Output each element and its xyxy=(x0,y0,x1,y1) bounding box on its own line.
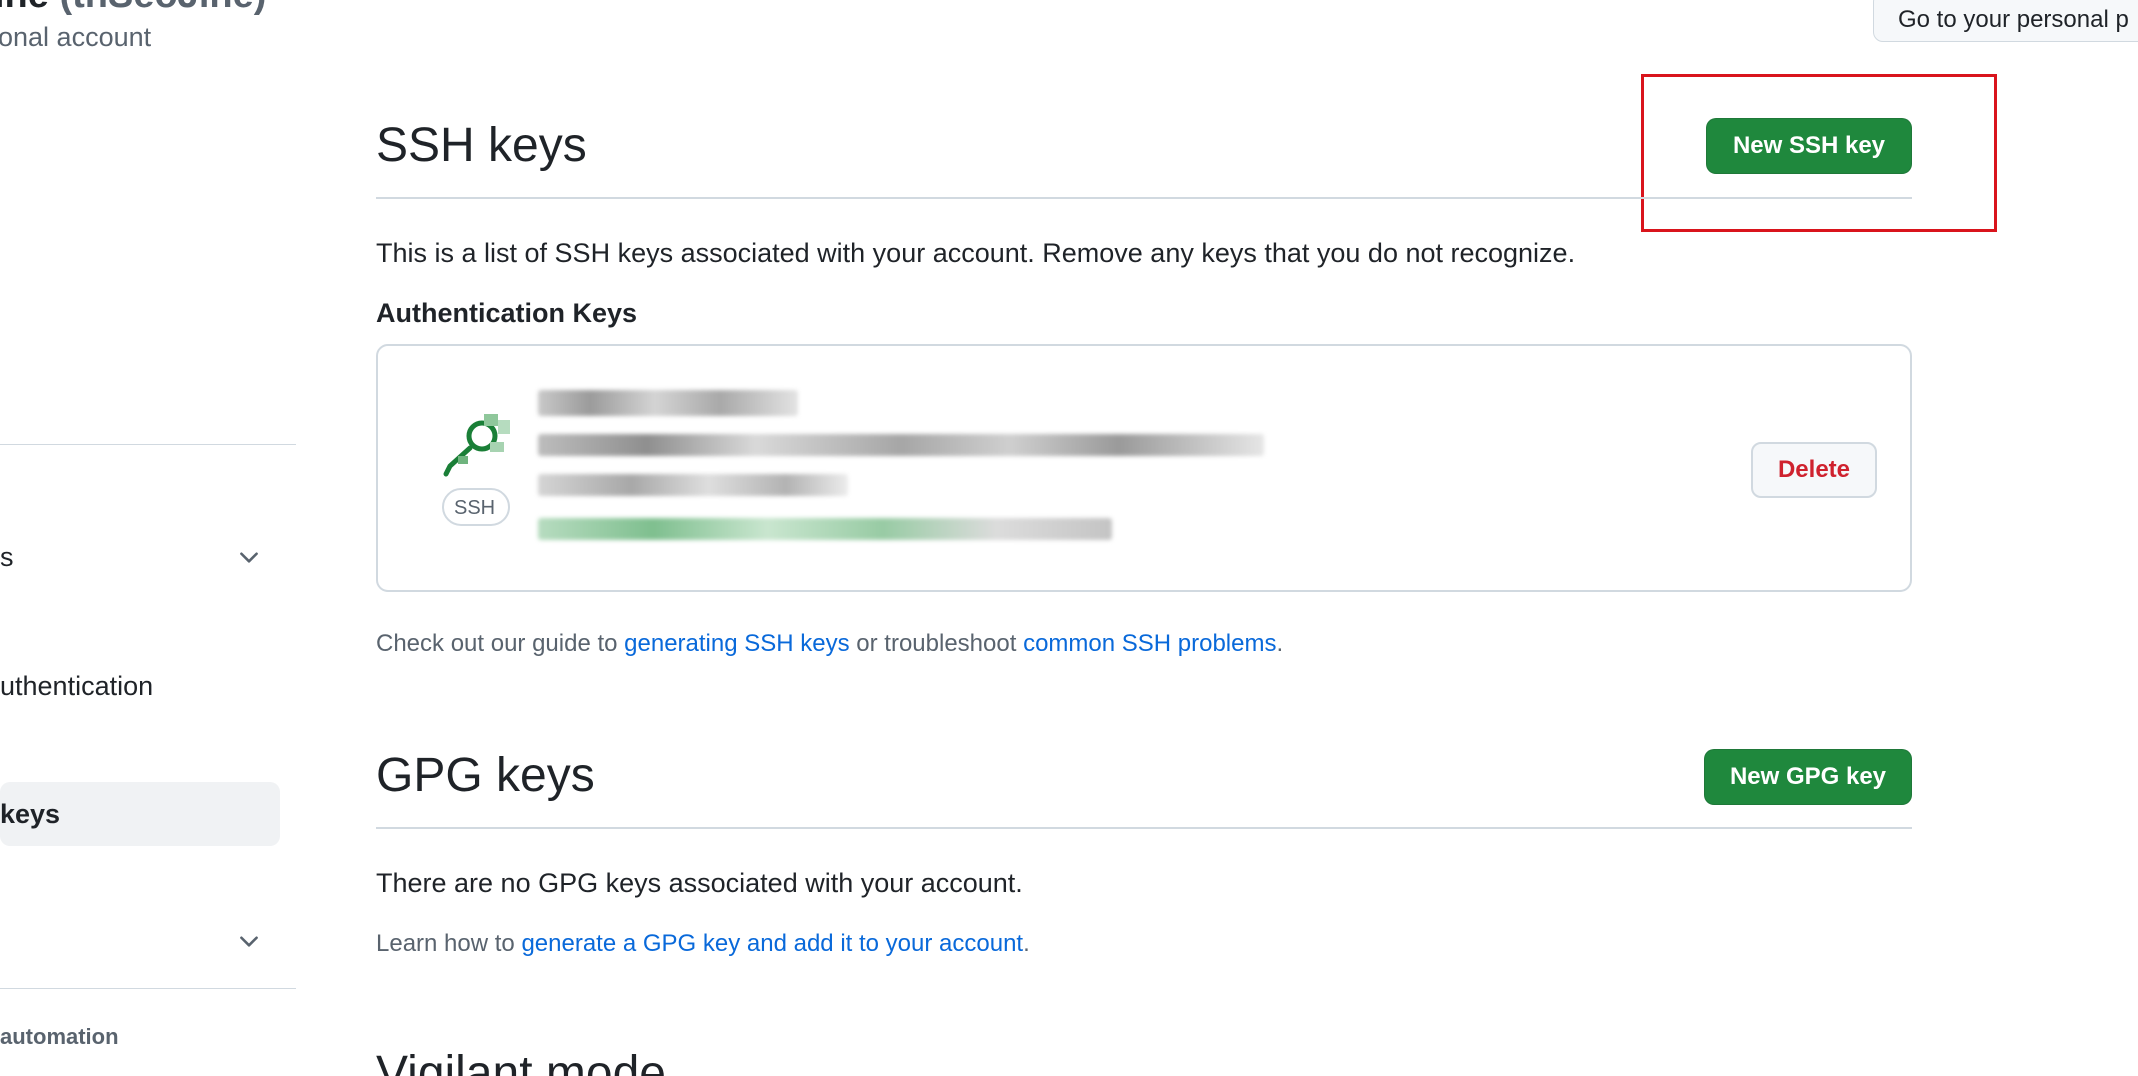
ssh-keys-title: SSH keys xyxy=(376,119,587,172)
gpg-section-divider xyxy=(376,827,1912,829)
sidebar-section-heading: automation xyxy=(0,1024,119,1049)
sidebar-item-collapsed-group[interactable] xyxy=(0,909,280,973)
account-handle: (thSeoJine) xyxy=(59,0,266,16)
chevron-down-icon xyxy=(240,552,258,563)
gpg-learn-prefix: Learn how to xyxy=(376,930,522,957)
sidebar-item-expandable[interactable]: s xyxy=(0,525,280,589)
ssh-guide-text: Check out our guide to generating SSH ke… xyxy=(376,630,1283,658)
gpg-learn-text: Learn how to generate a GPG key and add … xyxy=(376,930,1030,958)
authentication-keys-heading: Authentication Keys xyxy=(376,298,638,328)
ssh-key-item: SSH Delete xyxy=(376,344,1912,592)
redacted-key-fingerprint xyxy=(538,434,1264,456)
chevron-down-icon xyxy=(240,936,258,947)
sidebar-item-authentication[interactable]: uthentication xyxy=(0,654,280,718)
highlight-annotation xyxy=(1641,74,1997,232)
ssh-section-divider xyxy=(376,197,1912,199)
gpg-learn-suffix: . xyxy=(1023,930,1030,957)
go-to-personal-profile-button[interactable]: Go to your personal p xyxy=(1873,0,2138,42)
account-name: ine (thSeoJine) xyxy=(0,0,266,17)
ssh-guide-suffix: . xyxy=(1276,630,1284,657)
ssh-key-type-badge: SSH xyxy=(442,488,510,526)
ssh-guide-prefix: Check out our guide to xyxy=(376,630,625,657)
ssh-description: This is a list of SSH keys associated wi… xyxy=(376,238,1576,268)
sidebar-item-ssh-gpg-keys[interactable]: keys xyxy=(0,782,280,846)
ssh-guide-middle: or troubleshoot xyxy=(849,630,1024,657)
redacted-key-title xyxy=(538,390,798,416)
common-ssh-problems-link[interactable]: common SSH problems xyxy=(1023,630,1276,657)
delete-ssh-key-button[interactable]: Delete xyxy=(1751,442,1877,498)
vigilant-mode-title: Vigilant mode xyxy=(376,1047,666,1076)
page: ine (thSeoJine) onal account Go to your … xyxy=(0,0,2138,1076)
gpg-keys-title: GPG keys xyxy=(376,749,595,802)
sidebar-divider xyxy=(0,988,296,989)
gpg-empty-text: There are no GPG keys associated with yo… xyxy=(376,868,1023,898)
sidebar-item-label: s xyxy=(0,541,14,572)
generating-ssh-keys-link[interactable]: generating SSH keys xyxy=(624,630,849,657)
account-display-name: ine xyxy=(0,0,49,16)
redacted-key-added xyxy=(538,474,848,496)
sidebar-item-label: uthentication xyxy=(0,670,154,701)
key-icon xyxy=(443,414,510,477)
sidebar-item-label: keys xyxy=(0,798,61,829)
new-gpg-key-button[interactable]: New GPG key xyxy=(1704,749,1912,805)
account-subtitle: onal account xyxy=(0,22,152,52)
redacted-key-usage xyxy=(538,518,1112,540)
generate-gpg-key-link[interactable]: generate a GPG key and add it to your ac… xyxy=(521,930,1023,957)
sidebar-divider xyxy=(0,444,296,445)
